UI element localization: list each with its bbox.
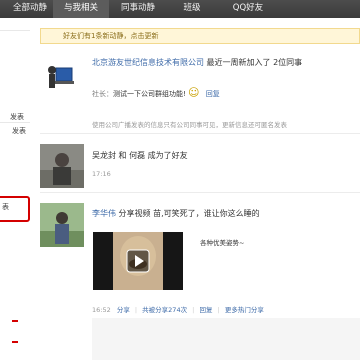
comment-area — [92, 318, 360, 360]
org-join-text: 最近一周新加入了 2位同事 — [204, 58, 303, 67]
feed-item-org-join: 北京游友世纪信息技术有限公司 最近一周新加入了 2位同事 — [92, 57, 302, 68]
org-link[interactable]: 北京游友世纪信息技术有限公司 — [92, 58, 204, 67]
tab-class[interactable]: 班级 — [168, 0, 216, 18]
video-caption: 各种优美姿势~ — [200, 239, 245, 247]
photo-avatar-icon — [40, 144, 84, 188]
meta-separator: | — [134, 306, 138, 314]
feed-time: 16:52 — [92, 306, 111, 314]
tab-all-updates[interactable]: 全部动静 — [8, 0, 52, 18]
feed-time: 17:16 — [92, 170, 111, 178]
org-avatar[interactable] — [44, 56, 80, 96]
smiley-icon: ☺ — [188, 86, 200, 99]
tab-colleague-updates[interactable]: 同事动静 — [112, 0, 164, 18]
feed-item-friends: 吴龙封 和 何磊 成为了好友 — [92, 151, 188, 160]
video-share-text: 分享视频 苗,可笑死了，谁让你这么睡的 — [116, 209, 260, 218]
meta-separator: | — [217, 306, 220, 314]
sidebar-red-marker — [12, 320, 18, 322]
laptop-user-icon — [44, 56, 80, 96]
more-popular-shares-link[interactable]: 更多热门分享 — [225, 306, 264, 314]
tab-qq-friends[interactable]: QQ好友 — [220, 0, 276, 18]
video-thumbnail[interactable] — [93, 232, 183, 290]
photo-avatar-icon — [40, 203, 84, 247]
meta-separator: | — [192, 306, 195, 314]
feed-divider — [40, 192, 360, 193]
user-avatar-wu[interactable] — [40, 144, 84, 188]
reply-link[interactable]: 回复 — [199, 306, 212, 314]
sidebar-red-marker — [12, 341, 18, 343]
reply-link[interactable]: 回复 — [206, 90, 220, 98]
sidebar-fragment-label[interactable]: 表 — [2, 202, 9, 212]
sidebar-update-label[interactable]: 发表 — [12, 126, 26, 136]
new-updates-notice[interactable]: 好友们有1条新动静，点击更新 — [40, 28, 360, 44]
feed-item-sub: 社长：测试一下公司群组功能! ☺ 回复 — [92, 86, 220, 99]
user-link[interactable]: 李华伟 — [92, 209, 116, 218]
page: 全部动静 与我相关 同事动静 班级 QQ好友 发表 发表 表 好友们有1条新动静… — [0, 0, 360, 360]
feed-divider — [40, 133, 360, 134]
new-updates-text[interactable]: 好友们有1条新动静，点击更新 — [63, 31, 158, 41]
sidebar-divider — [0, 122, 30, 123]
sidebar-divider — [0, 30, 30, 31]
left-sidebar: 发表 发表 表 — [0, 18, 36, 360]
user-avatar-li[interactable] — [40, 203, 84, 247]
share-count-link[interactable]: 共被分享274次 — [142, 306, 187, 314]
feed-tab-bar: 全部动静 与我相关 同事动静 班级 QQ好友 — [0, 0, 360, 18]
sub-text: 测试一下公司群组功能! — [113, 90, 186, 98]
feed-actions: 16:52 分享 | 共被分享274次 | 回复 | 更多热门分享 — [92, 304, 264, 314]
tab-related-to-me[interactable]: 与我相关 — [53, 0, 109, 18]
company-broadcast-hint: 使用公司广播发表的信息只有公司同事可见，更新信息还可匿名发表 — [92, 121, 287, 129]
feed-item-video-share: 李华伟 分享视频 苗,可笑死了，谁让你这么睡的 — [92, 208, 260, 219]
play-icon[interactable] — [126, 249, 150, 273]
sub-label: 社长： — [92, 90, 113, 98]
share-link[interactable]: 分享 — [117, 306, 130, 314]
sidebar-post-label[interactable]: 发表 — [10, 112, 24, 122]
